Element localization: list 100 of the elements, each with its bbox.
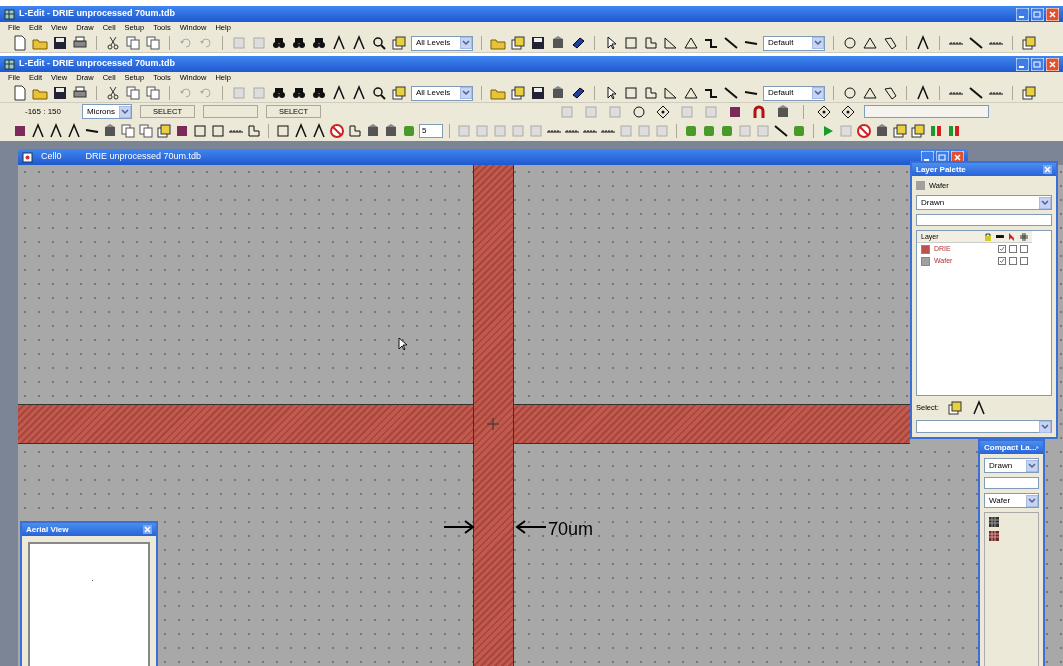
- layers-icon[interactable]: [510, 85, 526, 101]
- close-icon[interactable]: [1046, 7, 1059, 21]
- copy-icon[interactable]: [145, 85, 161, 101]
- step-field[interactable]: 5: [419, 123, 443, 138]
- circle-icon[interactable]: [631, 103, 647, 120]
- save-icon[interactable]: [530, 85, 546, 101]
- save-icon[interactable]: [52, 35, 68, 51]
- copy-icon[interactable]: [145, 35, 161, 51]
- checkbox[interactable]: [998, 245, 1006, 254]
- view-dropdown[interactable]: Drawn: [984, 458, 1039, 473]
- line-icon[interactable]: [723, 85, 739, 101]
- new-file-icon[interactable]: [12, 35, 28, 51]
- minimize-icon[interactable]: [1016, 7, 1029, 21]
- layers-icon[interactable]: [892, 122, 908, 139]
- polygon-icon[interactable]: [246, 122, 262, 139]
- triangle-icon[interactable]: [683, 35, 699, 51]
- triangle-icon[interactable]: [862, 85, 878, 101]
- style-dropdown[interactable]: Default: [763, 35, 825, 51]
- checkbox[interactable]: [998, 257, 1006, 266]
- binoculars-icon[interactable]: [311, 85, 327, 101]
- circle-icon[interactable]: [842, 35, 858, 51]
- binoculars-icon[interactable]: [311, 35, 327, 51]
- polygon-icon[interactable]: [643, 35, 659, 51]
- dropdown-arrow-icon[interactable]: [460, 37, 472, 49]
- minimize-icon[interactable]: [1016, 57, 1029, 71]
- diamond-icon[interactable]: [816, 103, 832, 120]
- magnifier-icon[interactable]: [371, 85, 387, 101]
- dropdown-arrow-icon[interactable]: [1026, 459, 1038, 472]
- layers-icon[interactable]: [391, 85, 407, 101]
- tool-icon[interactable]: [775, 103, 791, 120]
- checkbox[interactable]: [1009, 257, 1017, 266]
- command-field[interactable]: [864, 105, 989, 118]
- dropdown-arrow-icon[interactable]: [1026, 494, 1038, 507]
- tool-icon[interactable]: [365, 122, 381, 139]
- line-icon[interactable]: [968, 35, 984, 51]
- tool-icon[interactable]: [550, 85, 566, 101]
- triangle-icon[interactable]: [862, 35, 878, 51]
- new-file-icon[interactable]: [12, 85, 28, 101]
- hatched-swatch-icon[interactable]: [989, 531, 999, 541]
- style-dropdown[interactable]: Default: [763, 85, 825, 101]
- horizontal-drie-stripe[interactable]: [18, 404, 910, 444]
- dropdown-arrow-icon[interactable]: [812, 87, 824, 99]
- layers-icon[interactable]: [910, 122, 926, 139]
- checkbox[interactable]: [1020, 257, 1028, 266]
- printer-icon[interactable]: [72, 85, 88, 101]
- printer-icon[interactable]: [72, 35, 88, 51]
- level-dropdown[interactable]: All Levels: [411, 35, 473, 51]
- line-icon[interactable]: [968, 85, 984, 101]
- layers-icon[interactable]: [946, 400, 963, 416]
- scissors-icon[interactable]: [105, 85, 121, 101]
- layers-icon[interactable]: [1021, 85, 1037, 101]
- dropdown-arrow-icon[interactable]: [460, 87, 472, 99]
- dropdown-arrow-icon[interactable]: [119, 105, 131, 118]
- level-dropdown[interactable]: All Levels: [411, 85, 473, 101]
- magnet-icon[interactable]: [751, 103, 767, 120]
- binoculars-icon[interactable]: [291, 85, 307, 101]
- scissors-icon[interactable]: [105, 35, 121, 51]
- save-icon[interactable]: [52, 85, 68, 101]
- book-icon[interactable]: [570, 85, 586, 101]
- line-icon[interactable]: [773, 122, 789, 139]
- restore-icon[interactable]: [1031, 7, 1044, 21]
- grid-swatch-icon[interactable]: [989, 517, 999, 527]
- binoculars-icon[interactable]: [271, 35, 287, 51]
- layer-dropdown[interactable]: Wafer: [984, 493, 1039, 508]
- copy-icon[interactable]: [138, 122, 154, 139]
- restore-icon[interactable]: [1031, 57, 1044, 71]
- triangle-icon[interactable]: [663, 85, 679, 101]
- save-icon[interactable]: [530, 35, 546, 51]
- tool-icon[interactable]: [102, 122, 118, 139]
- dropdown-arrow-icon[interactable]: [1039, 196, 1051, 209]
- stop-icon[interactable]: [329, 122, 345, 139]
- tool-icon[interactable]: [550, 35, 566, 51]
- polygon-icon[interactable]: [347, 122, 363, 139]
- copy-icon[interactable]: [120, 122, 136, 139]
- dropdown-arrow-icon[interactable]: [812, 37, 824, 49]
- copy-icon[interactable]: [125, 35, 141, 51]
- triangle-icon[interactable]: [683, 85, 699, 101]
- circle-icon[interactable]: [842, 85, 858, 101]
- layers-icon[interactable]: [156, 122, 172, 139]
- binoculars-icon[interactable]: [291, 35, 307, 51]
- diamond-icon[interactable]: [840, 103, 856, 120]
- stop-icon[interactable]: [856, 122, 872, 139]
- checkbox[interactable]: [1009, 245, 1017, 254]
- diamond-icon[interactable]: [655, 103, 671, 120]
- line-icon[interactable]: [723, 35, 739, 51]
- binoculars-icon[interactable]: [271, 85, 287, 101]
- book-icon[interactable]: [570, 35, 586, 51]
- units-dropdown[interactable]: Microns: [82, 104, 132, 119]
- view-dropdown[interactable]: Drawn: [916, 195, 1052, 211]
- rectangle-icon[interactable]: [192, 122, 208, 139]
- copy-icon[interactable]: [125, 85, 141, 101]
- filter-field[interactable]: [916, 214, 1052, 227]
- layers-icon[interactable]: [510, 35, 526, 51]
- dropdown-arrow-icon[interactable]: [1039, 421, 1051, 433]
- tool-icon[interactable]: [874, 122, 890, 139]
- vertical-drie-stripe[interactable]: [473, 165, 514, 666]
- close-icon[interactable]: [1046, 57, 1059, 71]
- layers-icon[interactable]: [1021, 35, 1037, 51]
- tool-icon[interactable]: [383, 122, 399, 139]
- rectangle-icon[interactable]: [210, 122, 226, 139]
